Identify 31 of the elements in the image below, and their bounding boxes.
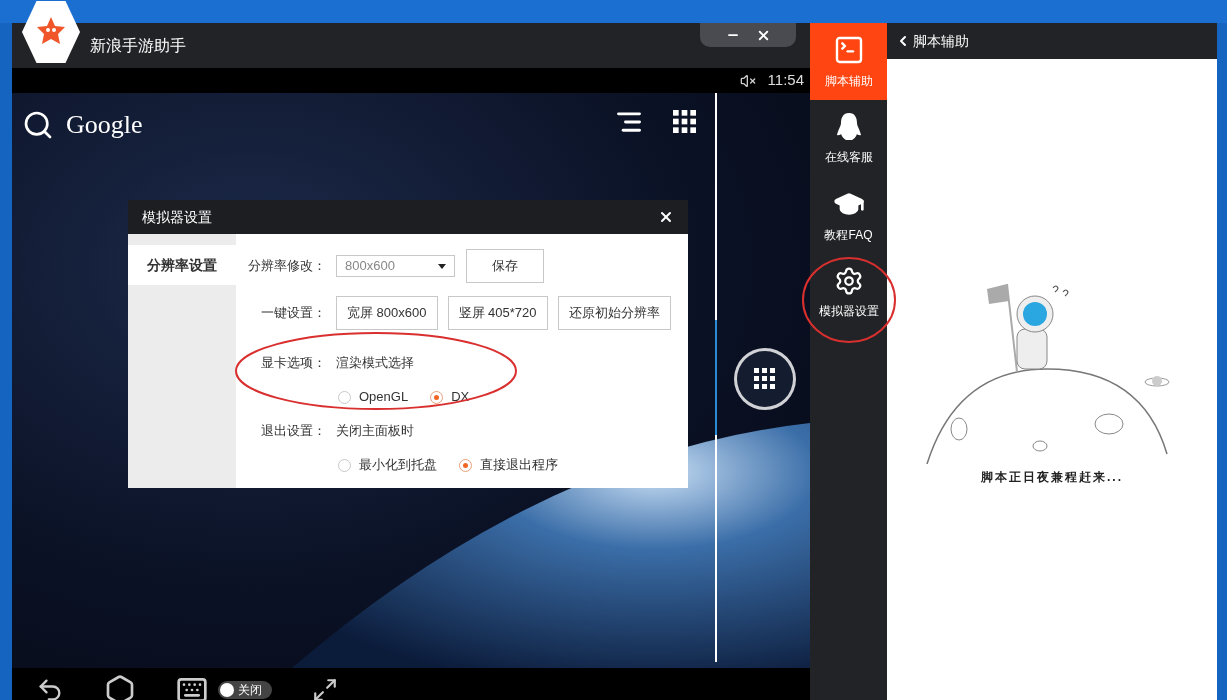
radio-option[interactable]: 直接退出程序	[459, 455, 558, 475]
radio-option[interactable]: DX	[430, 387, 470, 407]
preset-button[interactable]: 还原初始分辨率	[557, 296, 671, 330]
home-icon[interactable]	[104, 674, 136, 700]
radio-option[interactable]: OpenGL	[338, 387, 409, 407]
window-title: 新浪手游助手	[90, 35, 186, 56]
caret-icon	[438, 263, 446, 269]
back-button[interactable]: 脚本辅助	[895, 30, 969, 52]
dots-grid-icon[interactable]	[753, 367, 777, 391]
toggle-switch[interactable]: 关闭	[218, 681, 272, 699]
dialog-title: 模拟器设置	[142, 207, 212, 227]
loading-message: 脚本正日夜兼程赶来...	[981, 469, 1123, 486]
field-label: 一键设置：	[260, 304, 327, 323]
save-button[interactable]: 保存	[466, 249, 544, 283]
clock-text: 11:54	[767, 70, 804, 91]
field-label: 退出设置：	[260, 422, 327, 441]
field-label: 分辨率修改：	[247, 257, 327, 276]
fullscreen-icon[interactable]	[312, 677, 338, 700]
close-icon	[658, 209, 674, 225]
option-description: 渲染模式选择	[336, 354, 414, 373]
close-button[interactable]	[658, 209, 674, 225]
field-label: 显卡选项：	[260, 354, 327, 373]
preset-button[interactable]: 宽屏 800x600	[336, 296, 438, 330]
option-description: 关闭主面板时	[336, 422, 414, 441]
resolution-dropdown[interactable]: 800x600	[336, 255, 455, 277]
radio-option[interactable]: 最小化到托盘	[338, 455, 437, 475]
penguin-icon	[835, 111, 862, 142]
grid-icon[interactable]	[672, 109, 698, 135]
settings-tab[interactable]: 分辨率设置	[128, 245, 236, 285]
search-label[interactable]: Google	[66, 105, 143, 144]
preset-button[interactable]: 竖屏 405*720	[447, 296, 548, 330]
